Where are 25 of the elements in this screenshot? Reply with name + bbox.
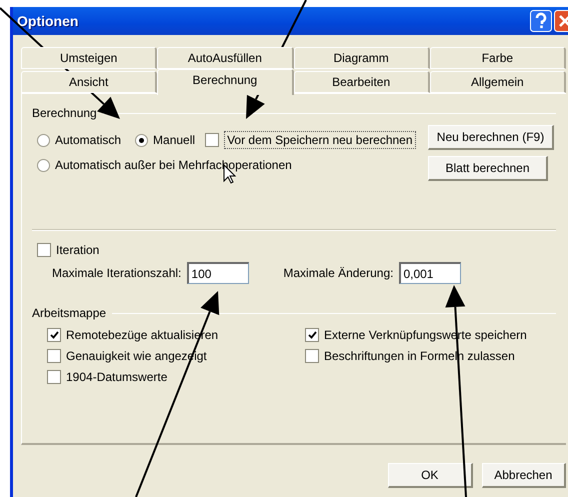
tab[interactable]: Farbe <box>430 47 566 69</box>
group-title: Berechnung <box>32 106 97 120</box>
tab[interactable]: Umsteigen <box>21 47 158 69</box>
input-field[interactable]: 0,001 <box>399 262 462 284</box>
input-field[interactable]: 100 <box>187 262 250 284</box>
checkbox-label[interactable]: 1904-Datumswerte <box>66 370 168 384</box>
calculate-button[interactable]: Neu berechnen (F9) <box>428 125 554 150</box>
field-label: Maximale Änderung: <box>283 266 394 280</box>
tab[interactable]: Diagramm <box>294 47 430 69</box>
tab[interactable]: AutoAusfüllen <box>157 47 294 69</box>
dialog-button[interactable]: Abbrechen <box>482 463 566 488</box>
group-title: Arbeitsmappe <box>32 306 106 320</box>
tab[interactable]: Ansicht <box>21 71 158 93</box>
tab[interactable]: Berechnung <box>157 69 294 95</box>
radio-label[interactable]: Automatisch <box>55 133 122 147</box>
tab[interactable]: Allgemein <box>430 71 566 93</box>
radio-label[interactable]: Manuell <box>153 133 196 147</box>
dialog-button[interactable]: OK <box>388 463 472 488</box>
window-title: Optionen <box>17 13 80 29</box>
tab[interactable]: Bearbeiten <box>294 71 430 93</box>
checkbox-label[interactable]: Vor dem Speichern neu berechnen <box>224 131 416 149</box>
field-label: Maximale Iterationszahl: <box>52 266 182 280</box>
checkbox-label[interactable]: Iteration <box>56 243 100 257</box>
calculate-button[interactable]: Blatt berechnen <box>428 156 548 181</box>
radio-label[interactable]: Automatisch außer bei Mehrfachoperationen <box>55 158 292 172</box>
